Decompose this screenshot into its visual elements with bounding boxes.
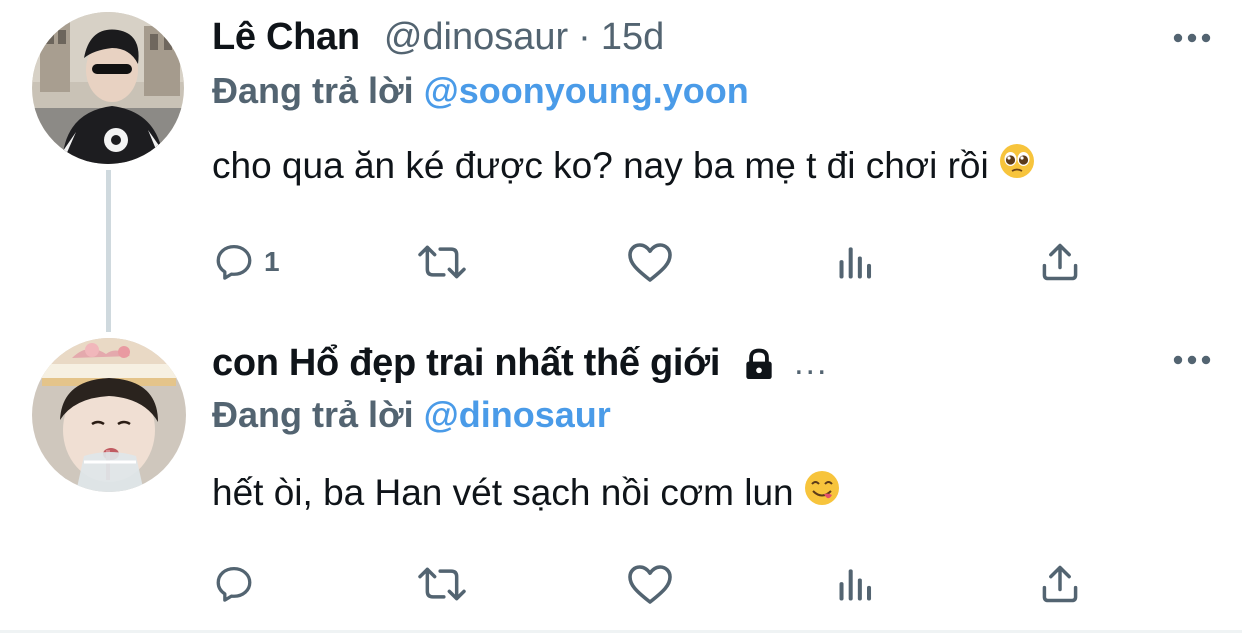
- reply-icon: [216, 566, 252, 602]
- like-button[interactable]: [626, 232, 674, 292]
- share-icon: [1042, 565, 1078, 603]
- share-button[interactable]: [1038, 554, 1082, 614]
- reply-mention-link[interactable]: @dinosaur: [424, 394, 611, 435]
- replying-to: Đang trả lời @dinosaur: [212, 394, 611, 436]
- retweet-button[interactable]: [414, 554, 470, 614]
- reply-button[interactable]: 1: [212, 232, 280, 292]
- yum-face-emoji: [804, 470, 840, 515]
- tweet-header: con Hổ đẹp trai nhất thế giới ...: [212, 342, 828, 385]
- like-button[interactable]: [626, 554, 674, 614]
- display-name[interactable]: Lê Chan: [212, 16, 360, 59]
- reply-button[interactable]: [212, 554, 264, 614]
- retweet-icon: [418, 245, 466, 279]
- tweet-text-content: hết òi, ba Han vét sạch nồi cơm lun: [212, 471, 794, 513]
- views-button[interactable]: [834, 232, 878, 292]
- tweet[interactable]: con Hổ đẹp trai nhất thế giới ... Đang t…: [0, 316, 1242, 633]
- timestamp[interactable]: 15d: [601, 16, 664, 59]
- tweet[interactable]: Lê Chan @dinosaur · 15d Đang trả lời @so…: [0, 0, 1242, 316]
- replying-to-label: Đang trả lời: [212, 70, 414, 111]
- retweet-button[interactable]: [414, 232, 470, 292]
- tweet-text: cho qua ăn ké được ko? nay ba mẹ t đi ch…: [212, 143, 1035, 188]
- username[interactable]: @dinosaur: [384, 16, 568, 59]
- lock-icon: [740, 345, 778, 383]
- display-name[interactable]: con Hổ đẹp trai nhất thế giới: [212, 342, 720, 385]
- views-icon: [839, 247, 872, 279]
- views-button[interactable]: [834, 554, 878, 614]
- tweet-text: hết òi, ba Han vét sạch nồi cơm lun: [212, 470, 840, 515]
- reply-mention-link[interactable]: @soonyoung.yoon: [424, 70, 749, 111]
- reply-icon: [216, 244, 252, 280]
- tweet-text-content: cho qua ăn ké được ko? nay ba mẹ t đi ch…: [212, 144, 989, 186]
- avatar[interactable]: [32, 338, 186, 492]
- share-button[interactable]: [1038, 232, 1082, 292]
- separator-dot: ·: [578, 16, 591, 58]
- tweet-actions: 1: [212, 232, 1112, 292]
- like-icon: [628, 243, 672, 282]
- share-icon: [1042, 243, 1078, 281]
- more-horizontal-icon: [1173, 355, 1211, 365]
- tweet-header: Lê Chan @dinosaur · 15d: [212, 16, 664, 59]
- views-icon: [839, 569, 872, 601]
- reply-count: 1: [264, 246, 280, 277]
- retweet-icon: [418, 567, 466, 601]
- more-options-button[interactable]: [1172, 340, 1212, 380]
- name-truncation-ellipsis: ...: [794, 344, 829, 382]
- more-horizontal-icon: [1173, 33, 1211, 43]
- avatar[interactable]: [32, 12, 184, 164]
- more-options-button[interactable]: [1172, 18, 1212, 58]
- replying-to: Đang trả lời @soonyoung.yoon: [212, 70, 749, 112]
- tweet-actions: [212, 554, 1112, 614]
- replying-to-label: Đang trả lời: [212, 394, 414, 435]
- like-icon: [628, 565, 672, 604]
- pleading-face-emoji: [999, 143, 1035, 188]
